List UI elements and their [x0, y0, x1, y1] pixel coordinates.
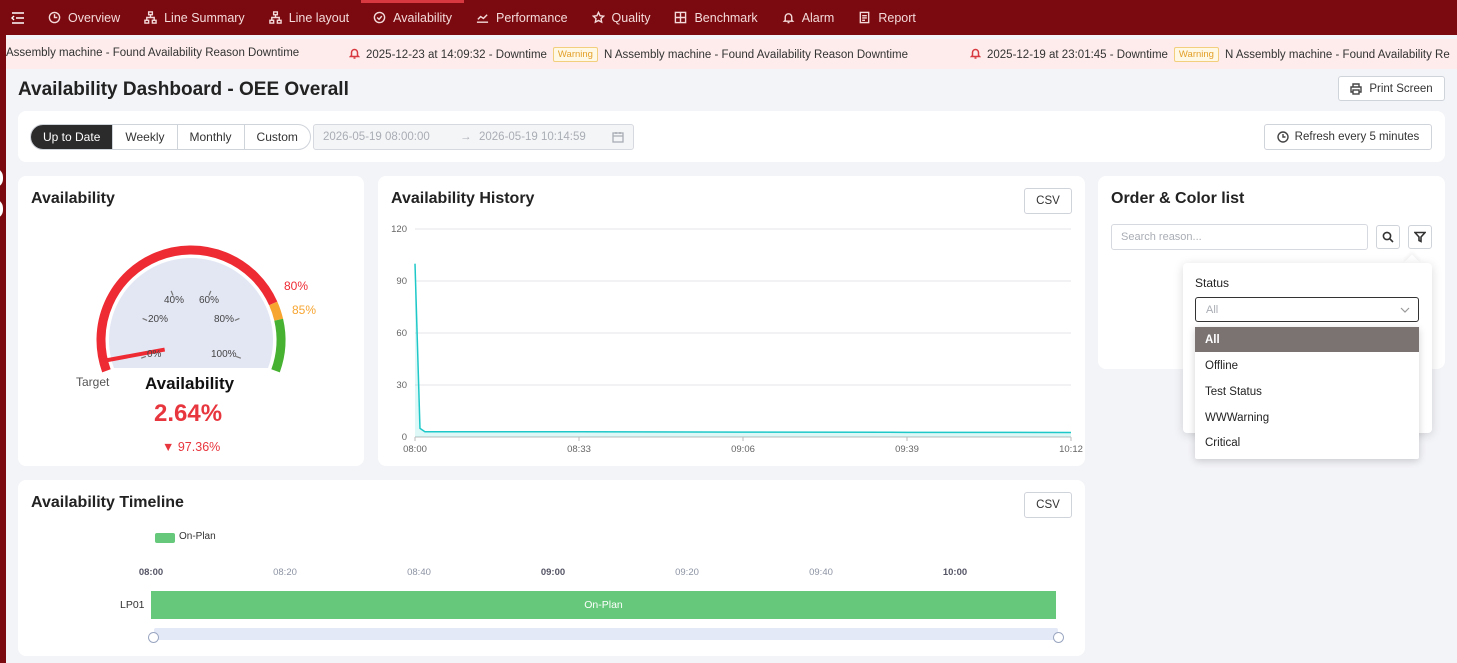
on-plan-bar-label: On-Plan — [584, 599, 623, 611]
status-select[interactable]: All — [1195, 297, 1419, 322]
timeline-row-label: LP01 — [120, 599, 145, 611]
legend-swatch — [155, 533, 175, 543]
y-tick-label: 30 — [396, 380, 407, 391]
timeline-tick-label: 09:40 — [809, 567, 833, 578]
on-plan-bar[interactable]: On-Plan — [151, 591, 1056, 619]
filter-button[interactable] — [1408, 225, 1432, 249]
search-icon — [1382, 231, 1394, 243]
timeline-tick-label: 08:40 — [407, 567, 431, 578]
x-tick-label: 08:33 — [567, 444, 591, 455]
status-select-placeholder: All — [1206, 303, 1219, 316]
status-option-wwwarning[interactable]: WWWarning — [1195, 405, 1419, 430]
chart-y-ticks: 0 30 60 90 120 — [391, 224, 407, 443]
timeline-tick-label: 09:20 — [675, 567, 699, 578]
x-tick-label: 08:00 — [403, 444, 427, 455]
search-button[interactable] — [1376, 225, 1400, 249]
series-line — [414, 263, 1072, 434]
y-tick-label: 120 — [391, 224, 407, 235]
scroll-handle-right[interactable] — [1053, 632, 1064, 643]
timeline-title: Availability Timeline — [31, 494, 184, 511]
x-tick-label: 09:06 — [731, 444, 755, 455]
status-option-critical[interactable]: Critical — [1195, 430, 1419, 455]
timeline-tick-label: 09:00 — [540, 567, 566, 578]
x-tick-label: 10:12 — [1059, 444, 1083, 455]
scroll-handle-left[interactable] — [148, 632, 159, 643]
y-tick-label: 90 — [396, 276, 407, 287]
status-label: Status — [1195, 276, 1230, 290]
timeline-tick-label: 08:00 — [138, 567, 164, 578]
status-option-test-status[interactable]: Test Status — [1195, 379, 1419, 404]
y-tick-label: 60 — [396, 328, 407, 339]
series-area — [415, 263, 1071, 437]
legend-label: On-Plan — [179, 531, 216, 542]
timeline-tick-label: 08:20 — [273, 567, 297, 578]
y-tick-label: 0 — [402, 432, 407, 443]
chart-grid — [415, 228, 1071, 438]
order-color-title: Order & Color list — [1111, 190, 1245, 207]
x-tick-label: 09:39 — [895, 444, 919, 455]
search-reason-input[interactable]: Search reason... — [1111, 224, 1368, 250]
status-option-offline[interactable]: Offline — [1195, 353, 1419, 378]
status-option-all[interactable]: All — [1195, 327, 1419, 352]
timeline-scrollbar[interactable] — [154, 628, 1058, 640]
chart-x-ticks: 08:00 08:33 09:06 09:39 10:12 — [403, 437, 1083, 455]
chevron-down-icon — [1400, 307, 1410, 313]
timeline-csv-button[interactable]: CSV — [1024, 492, 1072, 518]
timeline-tick-label: 10:00 — [942, 567, 968, 578]
status-dropdown: All Offline Test Status WWWarning Critic… — [1195, 327, 1419, 459]
filter-icon — [1414, 231, 1426, 243]
